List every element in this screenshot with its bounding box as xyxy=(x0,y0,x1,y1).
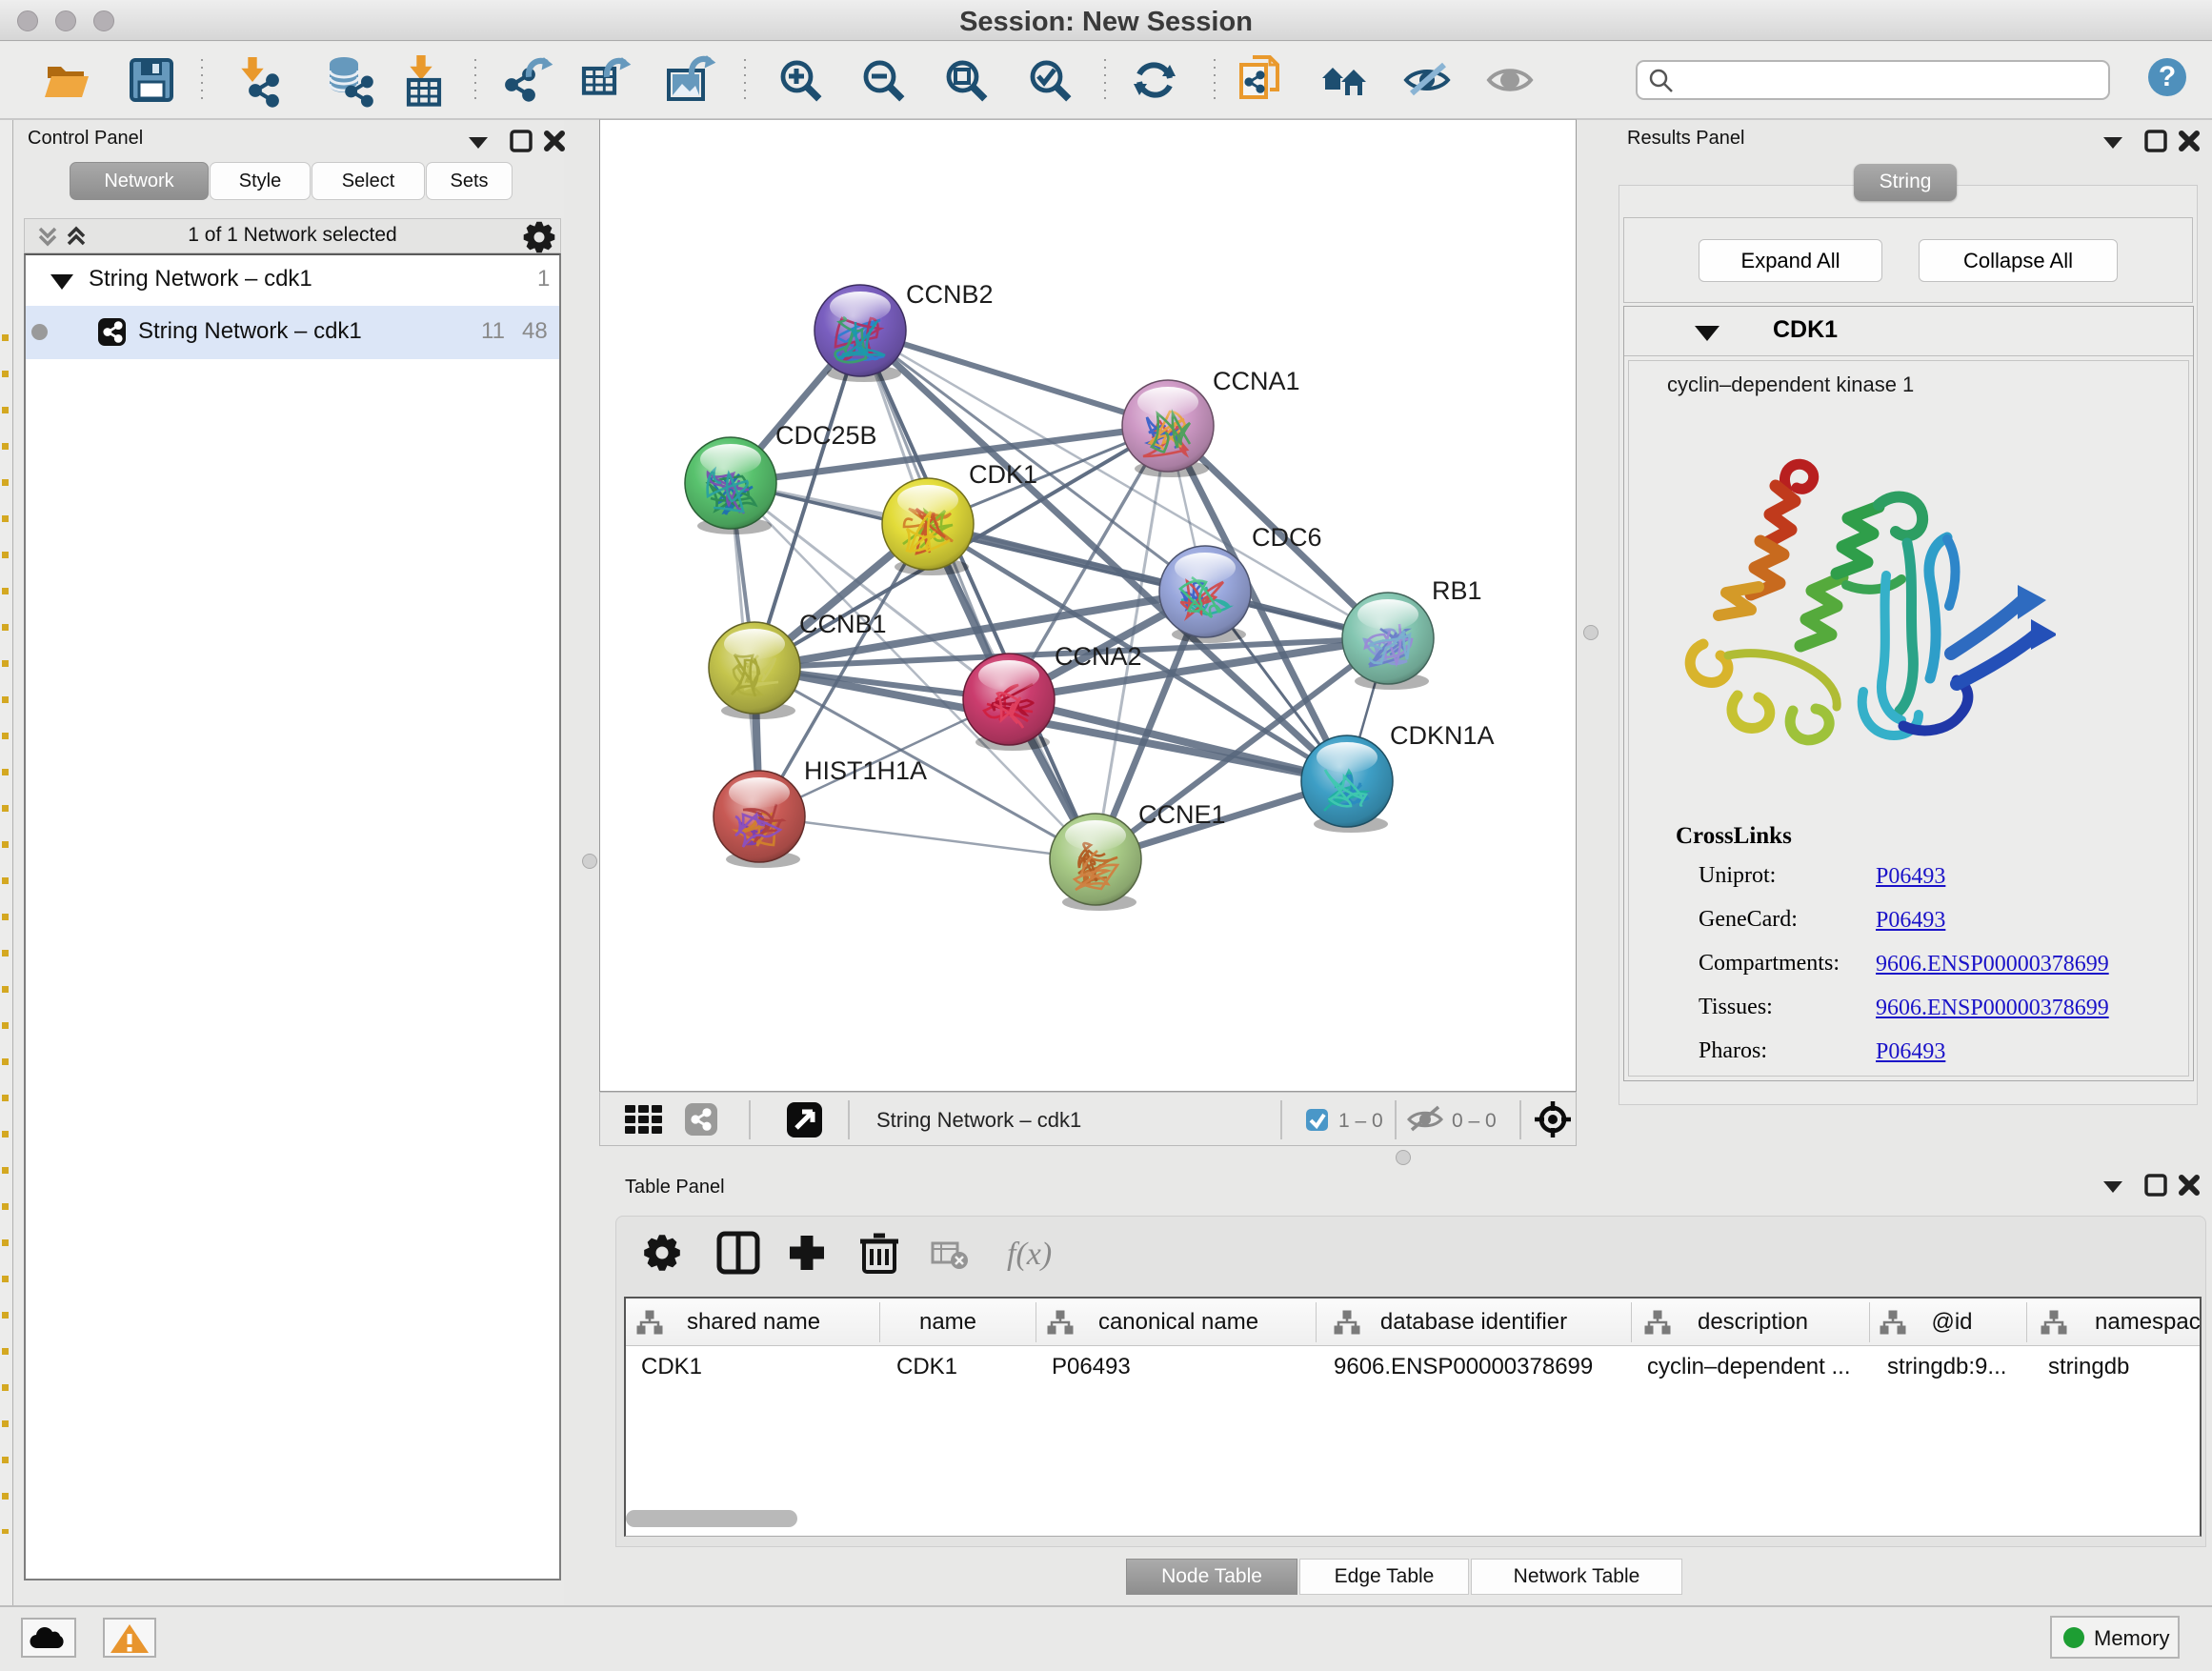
svg-text:HIST1H1A: HIST1H1A xyxy=(804,756,927,785)
svg-text:CCNA2: CCNA2 xyxy=(1055,642,1142,671)
svg-text:RB1: RB1 xyxy=(1432,576,1482,605)
svg-text:CCNB1: CCNB1 xyxy=(799,610,887,638)
svg-text:0 – 0: 0 – 0 xyxy=(1452,1110,1497,1132)
svg-text:CCNB2: CCNB2 xyxy=(906,280,994,309)
svg-text:1 – 0: 1 – 0 xyxy=(1338,1110,1383,1132)
svg-text:String Network – cdk1: String Network – cdk1 xyxy=(876,1108,1081,1132)
svg-text:CDC6: CDC6 xyxy=(1252,523,1322,552)
svg-text:CCNA1: CCNA1 xyxy=(1213,367,1300,395)
svg-text:f(x): f(x) xyxy=(1007,1237,1052,1272)
svg-text:CDC25B: CDC25B xyxy=(775,421,877,450)
svg-text:CDKN1A: CDKN1A xyxy=(1390,721,1495,750)
svg-text:CCNE1: CCNE1 xyxy=(1138,800,1226,829)
svg-text:CDK1: CDK1 xyxy=(969,460,1037,489)
